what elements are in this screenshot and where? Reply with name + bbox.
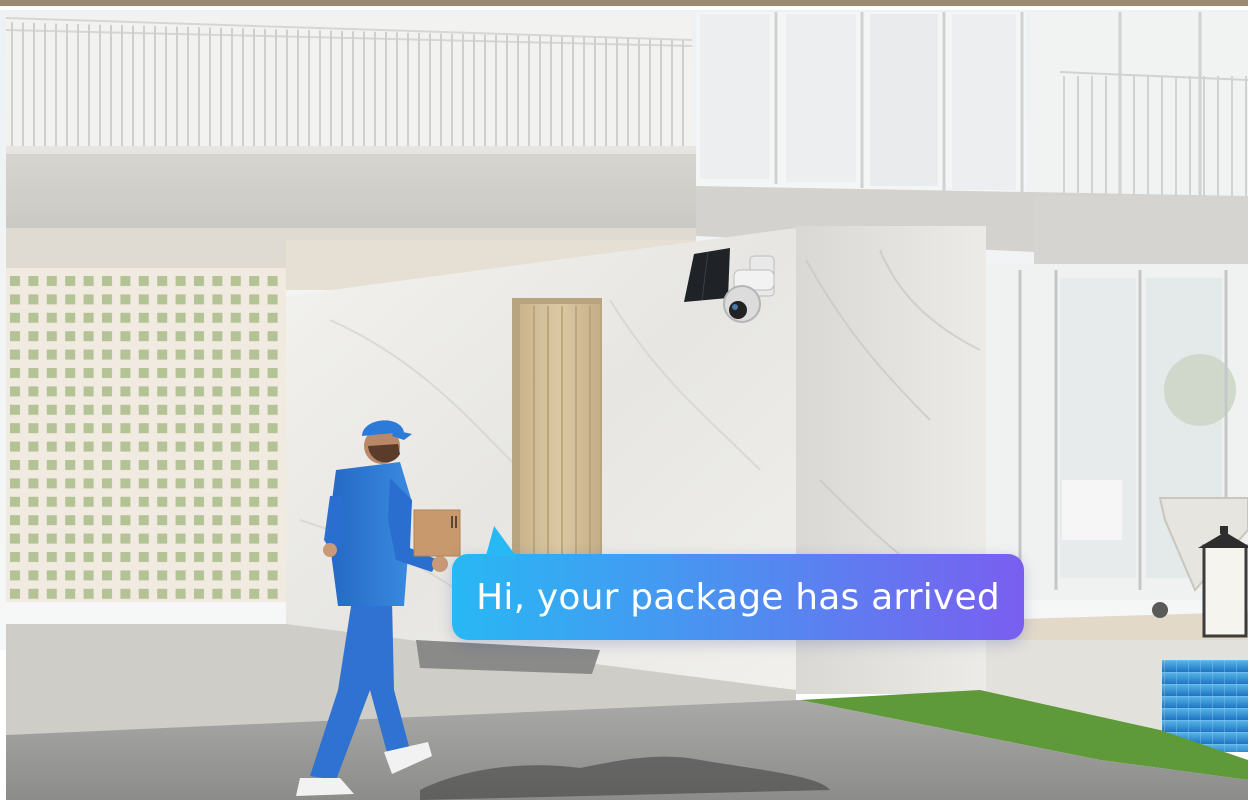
promo-scene: Hi, your package has arrived <box>0 0 1248 800</box>
canopy-slab <box>6 146 696 240</box>
notification-message: Hi, your package has arrived <box>476 576 1000 618</box>
house-scene-illustration <box>0 0 1248 800</box>
lattice-wall <box>6 268 286 602</box>
package-notification-bubble: Hi, your package has arrived <box>452 554 1024 640</box>
balcony-railing <box>5 14 693 164</box>
upper-floor-windows <box>696 12 1248 202</box>
top-strip <box>0 0 1248 6</box>
wooden-door <box>512 298 602 558</box>
